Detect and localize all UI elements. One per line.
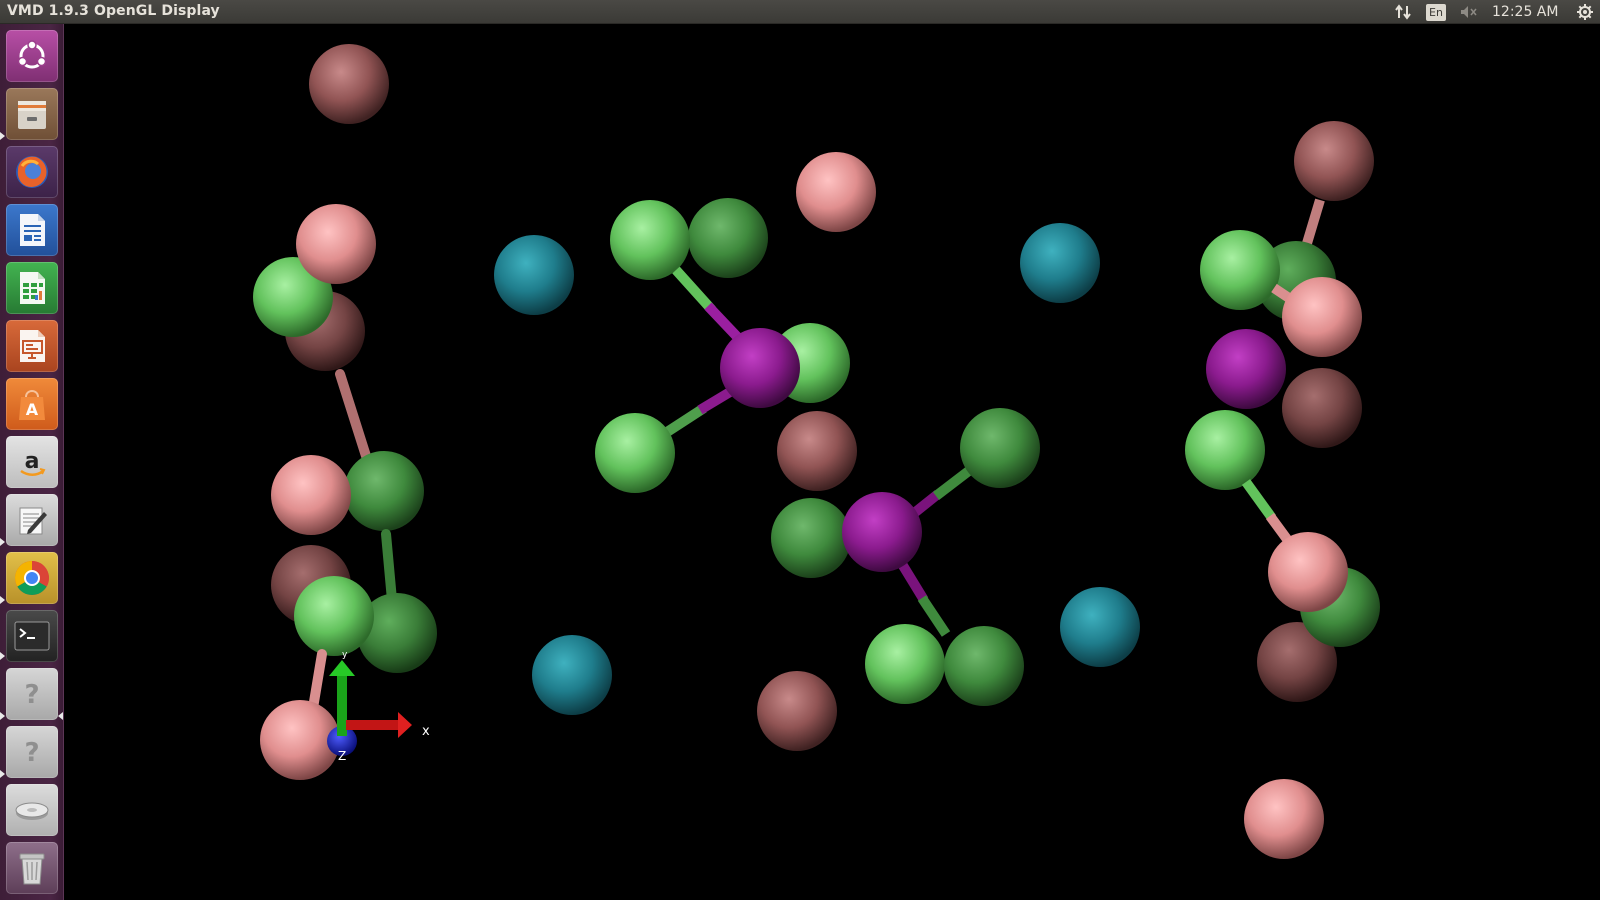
svg-text:A: A — [26, 400, 39, 419]
atom-green-light — [1185, 410, 1265, 490]
system-tray: En 12:25 AM — [1386, 0, 1600, 24]
atom-teal — [494, 235, 574, 315]
running-indicator — [0, 132, 5, 140]
y-axis-arrowhead — [329, 660, 355, 676]
text-editor-button[interactable] — [6, 494, 58, 546]
bond — [1241, 479, 1277, 521]
text-editor-icon — [19, 507, 47, 535]
svg-text:?: ? — [24, 738, 39, 768]
impress-button[interactable] — [6, 320, 58, 372]
molecule-scene[interactable] — [64, 24, 1600, 900]
ubuntu-logo-icon — [17, 40, 47, 69]
running-indicator — [0, 596, 5, 604]
running-indicator — [0, 712, 5, 720]
bond — [661, 403, 707, 439]
writer-button[interactable] — [6, 204, 58, 256]
atom-pink-light — [296, 204, 376, 284]
chrome-icon — [15, 561, 49, 595]
files-button[interactable] — [6, 88, 58, 140]
power-settings-icon[interactable] — [1570, 0, 1600, 24]
atom-green-dark — [688, 198, 768, 278]
launcher: A a ? ? — [0, 24, 64, 900]
x-axis-arrowhead — [398, 712, 412, 738]
atom-pink-dim — [1282, 368, 1362, 448]
atom-green-light — [865, 624, 945, 704]
trash-button[interactable] — [6, 842, 58, 894]
amazon-button[interactable]: a — [6, 436, 58, 488]
firefox-icon — [16, 156, 48, 188]
atom-purple — [1206, 329, 1286, 409]
software-bag-icon: A — [19, 390, 45, 420]
atom-green-light — [610, 200, 690, 280]
terminal-button[interactable] — [6, 610, 58, 662]
bond — [897, 561, 929, 603]
calc-button[interactable] — [6, 262, 58, 314]
atom-teal — [532, 635, 612, 715]
bond — [672, 266, 716, 314]
clock[interactable]: 12:25 AM — [1486, 0, 1570, 24]
unknown-app-1-button[interactable]: ? — [6, 668, 58, 720]
x-axis-arrow — [346, 720, 398, 730]
sound-muted-icon[interactable] — [1452, 0, 1486, 24]
atom-green-light — [294, 576, 374, 656]
window-title: VMD 1.9.3 OpenGL Display — [7, 3, 220, 19]
network-icon[interactable] — [1386, 0, 1420, 24]
running-indicator — [0, 770, 5, 778]
calc-spreadsheet-icon — [20, 272, 45, 304]
file-cabinet-icon — [18, 101, 46, 129]
molecule-right-chain — [1185, 121, 1380, 859]
atom-pink-light — [271, 455, 351, 535]
bond — [381, 529, 397, 605]
atom-teal — [1020, 223, 1100, 303]
atom-pink-dark — [1294, 121, 1374, 201]
trash-icon — [19, 853, 45, 885]
question-mark-icon: ? — [24, 680, 39, 710]
software-center-button[interactable]: A — [6, 378, 58, 430]
y-axis-arrow — [337, 676, 347, 736]
bond — [335, 369, 371, 461]
question-mark-icon: ? — [24, 738, 39, 768]
top-panel: VMD 1.9.3 OpenGL Display En 12:25 AM — [0, 0, 1600, 24]
z-axis-label: Z — [338, 749, 347, 763]
atom-green-dark — [344, 451, 424, 531]
atom-pink-dark — [309, 44, 389, 124]
svg-text:a: a — [25, 449, 40, 474]
svg-text:?: ? — [24, 680, 39, 710]
impress-presentation-icon — [20, 330, 45, 362]
terminal-icon — [14, 621, 50, 651]
chrome-button[interactable] — [6, 552, 58, 604]
atom-green-light — [1200, 230, 1280, 310]
atom-teal — [1060, 587, 1140, 667]
keyboard-layout-label: En — [1426, 3, 1446, 21]
atom-pink-dark — [757, 671, 837, 751]
atom-pink-dark — [777, 411, 857, 491]
opengl-display[interactable]: x Z y — [64, 24, 1600, 900]
atom-green-light — [595, 413, 675, 493]
writer-document-icon — [20, 214, 45, 246]
axes-indicator — [327, 660, 412, 756]
running-indicator — [0, 652, 5, 660]
running-indicator — [0, 538, 5, 546]
unknown-app-2-button[interactable]: ? — [6, 726, 58, 778]
bond — [917, 595, 951, 637]
firefox-button[interactable] — [6, 146, 58, 198]
atom-green-dark — [944, 626, 1024, 706]
atom-green-dark — [771, 498, 851, 578]
bond — [932, 466, 974, 500]
drive-icon — [15, 802, 49, 820]
y-axis-label: y — [342, 650, 348, 660]
atom-pink-light — [1244, 779, 1324, 859]
drive-button[interactable] — [6, 784, 58, 836]
atom-pink-light — [1282, 277, 1362, 357]
atom-pink-light — [1268, 532, 1348, 612]
keyboard-layout-indicator[interactable]: En — [1420, 0, 1452, 24]
active-window-indicator — [58, 712, 63, 720]
atom-purple — [842, 492, 922, 572]
ubuntu-dash-button[interactable] — [6, 30, 58, 82]
atom-green-dark — [960, 408, 1040, 488]
atom-pink-light — [796, 152, 876, 232]
amazon-icon: a — [20, 449, 46, 476]
atom-purple — [720, 328, 800, 408]
x-axis-label: x — [422, 724, 430, 739]
